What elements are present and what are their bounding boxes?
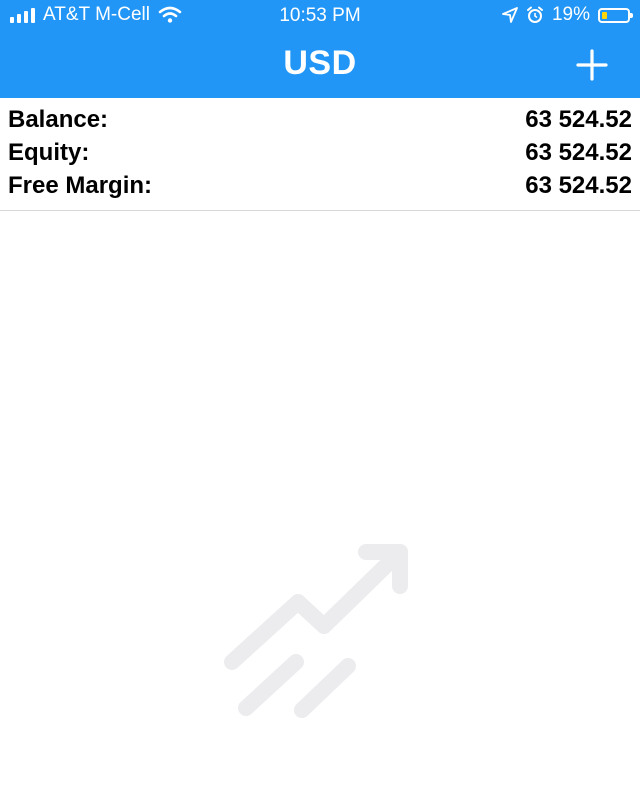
equity-row: Equity: 63 524.52 [0, 136, 640, 169]
navigation-bar: AT&T M-Cell 10:53 PM 19% USD [0, 0, 640, 98]
free-margin-value: 63 524.52 [525, 171, 632, 199]
account-summary: Balance: 63 524.52 Equity: 63 524.52 Fre… [0, 98, 640, 211]
equity-value: 63 524.52 [525, 138, 632, 166]
plus-icon[interactable] [576, 49, 608, 81]
battery-level-fill [602, 11, 607, 19]
status-right: 19% [502, 4, 633, 26]
status-bar: AT&T M-Cell 10:53 PM 19% [0, 0, 640, 32]
battery-icon [598, 7, 633, 23]
equity-label: Equity: [8, 138, 90, 166]
location-arrow-icon [502, 7, 518, 23]
balance-label: Balance: [8, 105, 109, 133]
balance-value: 63 524.52 [525, 105, 632, 133]
alarm-clock-icon [526, 6, 543, 23]
free-margin-row: Free Margin: 63 524.52 [0, 169, 640, 202]
page-title: USD [283, 44, 357, 82]
free-margin-label: Free Margin: [8, 171, 153, 199]
trade-chart-icon [224, 544, 408, 718]
balance-row: Balance: 63 524.52 [0, 103, 640, 136]
battery-percent: 19% [551, 4, 590, 25]
